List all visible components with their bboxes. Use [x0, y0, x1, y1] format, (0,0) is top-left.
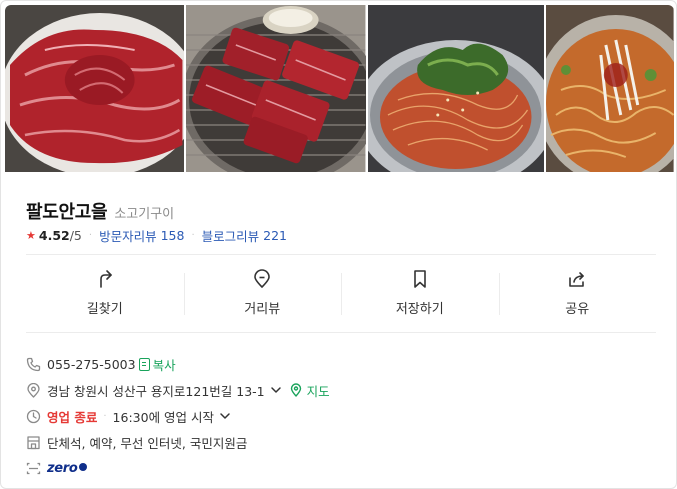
- raw-beef-platter-photo[interactable]: [5, 5, 185, 172]
- address-row: 경남 창원시 성산구 용지로121번길 13-1 지도: [26, 377, 330, 403]
- rating-max: /5: [69, 228, 82, 243]
- building-icon: [26, 435, 41, 450]
- copy-phone-button[interactable]: 복사: [138, 355, 176, 374]
- save-button[interactable]: 저장하기: [341, 263, 499, 323]
- scan-icon: [26, 461, 41, 476]
- divider: [26, 254, 656, 255]
- facilities-text: 단체석, 예약, 무선 인터넷, 국민지원금: [47, 435, 248, 451]
- copy-icon: [138, 357, 150, 371]
- directions-label: 길찾기: [86, 302, 123, 317]
- blog-review-link[interactable]: 블로그리뷰: [202, 226, 260, 245]
- separator-dot: ·: [103, 410, 107, 422]
- directions-button[interactable]: 길찾기: [26, 263, 184, 323]
- clock-icon: [26, 409, 41, 424]
- place-name[interactable]: 팔도안고을: [26, 198, 108, 224]
- business-hours[interactable]: 16:30에 영업 시작: [113, 407, 214, 426]
- divider: [26, 332, 656, 333]
- map-label: 지도: [306, 383, 330, 399]
- grill-beef-photo[interactable]: [186, 5, 366, 172]
- separator-dot: ·: [191, 230, 195, 241]
- zeropay-pay-icon: [78, 463, 87, 471]
- cold-noodles-photo[interactable]: [367, 5, 545, 172]
- phone-number[interactable]: 055-275-5003: [47, 357, 136, 372]
- place-card: 팔도안고을 소고기구이 ★ 4.52 /5 · 방문자리뷰 158 · 블로그리…: [0, 0, 677, 489]
- save-label: 저장하기: [395, 302, 444, 317]
- bookmark-icon: [413, 270, 426, 288]
- zeropay-logo: zero: [47, 460, 78, 476]
- phone-row: 055-275-5003 복사: [26, 351, 330, 377]
- facilities-row: 단체석, 예약, 무선 인터넷, 국민지원금: [26, 429, 330, 455]
- blog-review-count[interactable]: 221: [263, 228, 287, 243]
- star-icon: ★: [26, 229, 36, 242]
- rating-row: ★ 4.52 /5 · 방문자리뷰 158 · 블로그리뷰 221: [26, 226, 287, 245]
- photo-strip: [5, 5, 674, 172]
- street-view-button[interactable]: 거리뷰: [183, 263, 342, 323]
- separator-dot: ·: [88, 230, 93, 241]
- chevron-down-icon[interactable]: [219, 410, 231, 422]
- chevron-down-icon[interactable]: [270, 384, 282, 396]
- share-button[interactable]: 공유: [498, 263, 657, 323]
- action-bar: 길찾기 거리뷰 저장하기 공유: [26, 263, 656, 323]
- share-label: 공유: [565, 302, 590, 317]
- zeropay-row: zero: [26, 455, 330, 481]
- spicy-noodle-soup-photo[interactable]: [546, 5, 674, 172]
- place-category: 소고기구이: [114, 207, 175, 222]
- place-info-list: 055-275-5003 복사 경남 창원시 성산구 용지로121번길 13-1…: [26, 351, 330, 481]
- map-pin-icon: [290, 383, 301, 397]
- share-icon: [569, 272, 585, 287]
- copy-label: 복사: [152, 357, 176, 373]
- street-view-label: 거리뷰: [244, 302, 281, 317]
- business-status: 영업 종료: [47, 409, 98, 425]
- title-row: 팔도안고을 소고기구이: [26, 198, 174, 224]
- address-text[interactable]: 경남 창원시 성산구 용지로121번길 13-1: [47, 381, 265, 400]
- visitor-review-link[interactable]: 방문자리뷰: [99, 226, 157, 245]
- hours-row: 영업 종료 · 16:30에 영업 시작: [26, 403, 330, 429]
- phone-icon: [26, 357, 41, 372]
- directions-icon: [99, 270, 112, 288]
- visitor-review-count[interactable]: 158: [161, 228, 185, 243]
- location-pin-icon: [254, 269, 271, 288]
- map-link[interactable]: 지도: [290, 381, 330, 400]
- location-icon: [26, 382, 41, 398]
- rating-value: 4.52: [38, 228, 70, 243]
